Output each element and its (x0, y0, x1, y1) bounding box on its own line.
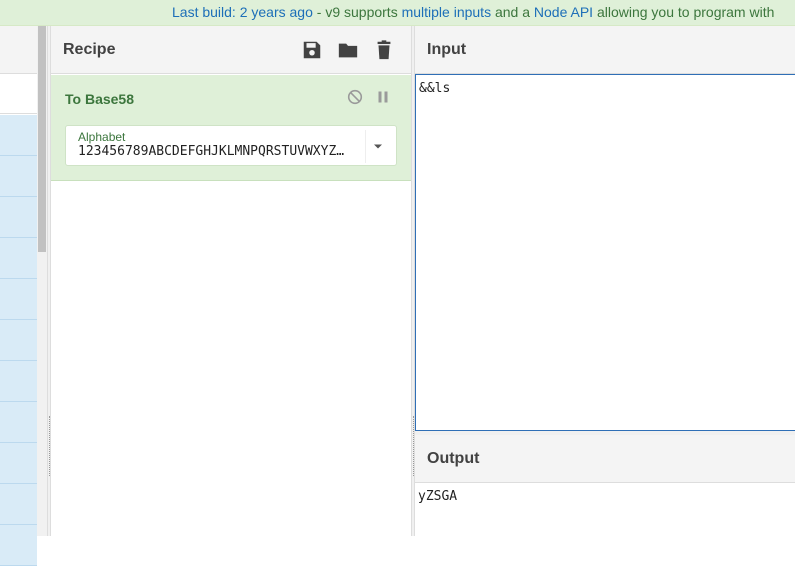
operations-scrollbar[interactable] (37, 26, 47, 536)
alphabet-select[interactable]: Alphabet 123456789ABCDEFGHJKLMNPQRSTUVWX… (65, 125, 397, 166)
list-item[interactable] (0, 238, 37, 279)
list-item[interactable] (0, 361, 37, 402)
clear-recipe-button[interactable] (373, 39, 395, 61)
list-item[interactable] (0, 115, 37, 156)
output-title: Output (427, 450, 480, 467)
scrollbar-thumb[interactable] (38, 26, 46, 252)
operations-panel (0, 26, 37, 566)
input-pane: Input &&ls (415, 26, 795, 431)
output-textarea[interactable]: yZSGA (415, 483, 795, 536)
operations-list (0, 115, 37, 566)
input-title: Input (427, 41, 467, 58)
caret-down-icon (374, 144, 382, 149)
disable-operation-button[interactable] (347, 89, 363, 105)
breakpoint-button[interactable] (375, 89, 391, 105)
list-item[interactable] (0, 156, 37, 197)
output-header: Output (415, 435, 795, 483)
save-recipe-button[interactable] (301, 39, 323, 61)
operations-header (0, 26, 37, 74)
banner-text-3: allowing you to program with (593, 4, 775, 20)
operations-search-input[interactable] (0, 74, 37, 114)
banner-text-2: and a (491, 4, 534, 20)
input-text: &&ls (419, 81, 451, 96)
recipe-toolbar (301, 39, 395, 61)
operation-controls (347, 89, 391, 105)
load-recipe-button[interactable] (337, 39, 359, 61)
trash-icon (377, 40, 391, 60)
alphabet-label: Alphabet (78, 130, 126, 144)
node-api-link[interactable]: Node API (534, 4, 593, 20)
alphabet-dropdown-button[interactable] (366, 134, 390, 158)
input-textarea[interactable]: &&ls (415, 74, 795, 431)
list-item[interactable] (0, 402, 37, 443)
banner-build-text: Last build: 2 years ago (172, 4, 313, 20)
folder-icon (338, 43, 358, 58)
alphabet-value[interactable]: 123456789ABCDEFGHJKLMNPQRSTUVWXYZabcdefg… (78, 144, 350, 159)
list-item[interactable] (0, 525, 37, 566)
input-header: Input (415, 26, 795, 74)
pause-icon (378, 91, 388, 103)
resize-grip (49, 416, 50, 476)
list-item[interactable] (0, 197, 37, 238)
save-icon (303, 41, 321, 59)
multiple-inputs-link[interactable]: multiple inputs (402, 4, 492, 20)
recipe-panel: Recipe To Base58 Alphabet 123456789ABCDE… (51, 26, 411, 536)
recipe-operation[interactable]: To Base58 Alphabet 123456789ABCDEFGHJKLM… (51, 75, 411, 181)
output-text: yZSGA (418, 489, 458, 504)
list-item[interactable] (0, 443, 37, 484)
recipe-title: Recipe (63, 41, 116, 58)
resize-grip (413, 416, 414, 476)
notice-banner: Last build: 2 years ago - v9 supports mu… (0, 0, 795, 26)
output-pane: Output yZSGA (415, 435, 795, 536)
recipe-header: Recipe (51, 26, 411, 74)
operation-name: To Base58 (65, 91, 134, 107)
io-panel: Input &&ls Output yZSGA (415, 26, 795, 536)
banner-text: - v9 supports (312, 4, 402, 20)
list-item[interactable] (0, 279, 37, 320)
list-item[interactable] (0, 484, 37, 525)
list-item[interactable] (0, 320, 37, 361)
disable-icon (347, 89, 363, 105)
